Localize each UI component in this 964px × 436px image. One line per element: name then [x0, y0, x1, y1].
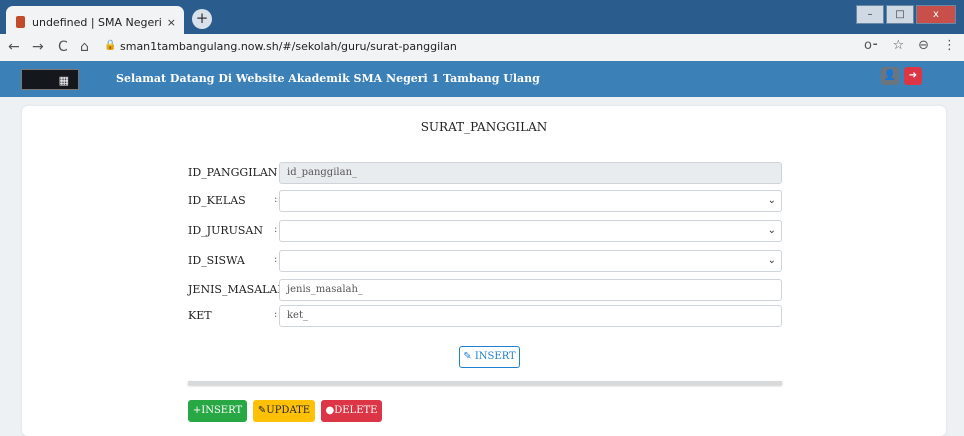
id-jurusan-select[interactable]: ⌄ — [279, 220, 782, 242]
field-colon: : — [274, 166, 278, 177]
window-controls: – □ x — [856, 5, 956, 24]
field-row-ket: KET : ket_ — [188, 305, 782, 327]
id-panggilan-field: id_panggilan_ — [279, 162, 782, 184]
account-icon[interactable]: ⊖ — [918, 38, 929, 53]
bookmark-star-icon[interactable]: ☆ — [892, 38, 904, 53]
update-button[interactable]: ✎UPDATE — [253, 400, 315, 422]
tab-close-icon[interactable]: × — [167, 16, 176, 29]
field-row-id-panggilan: ID_PANGGILAN : id_panggilan_ — [188, 162, 782, 184]
id-siswa-select[interactable]: ⌄ — [279, 250, 782, 272]
field-colon: : — [274, 194, 278, 205]
field-row-id-siswa: ID_SISWA : ⌄ — [188, 250, 782, 272]
logout-button[interactable]: ➜ — [904, 67, 922, 85]
field-label: ID_KELAS — [188, 194, 246, 207]
browser-tab[interactable]: undefined | SMA Negeri 1 Tamba × — [6, 6, 184, 34]
user-icon: 👤 — [883, 70, 897, 81]
field-colon: : — [274, 254, 278, 265]
jenis-masalah-input[interactable]: jenis_masalah_ — [279, 279, 782, 301]
key-icon[interactable]: o⁃ — [864, 38, 878, 53]
form-card: SURAT_PANGGILAN ID_PANGGILAN : id_panggi… — [22, 106, 946, 436]
close-window-button[interactable]: x — [916, 5, 956, 24]
page-title: SURAT_PANGGILAN — [420, 120, 548, 134]
field-colon: : — [274, 224, 278, 235]
chevron-down-icon: ⌄ — [767, 255, 776, 266]
browser-tab-strip: undefined | SMA Negeri 1 Tamba × + – □ x — [0, 0, 964, 34]
delete-button[interactable]: ●DELETE — [321, 400, 382, 422]
maximize-button[interactable]: □ — [886, 5, 914, 24]
address-bar: ← → C ⌂ 🔒 sman1tambangulang.now.sh/#/sek… — [0, 34, 964, 61]
field-label: ID_SISWA — [188, 254, 245, 267]
divider — [188, 381, 782, 385]
field-row-id-kelas: ID_KELAS : ⌄ — [188, 190, 782, 212]
logout-icon: ➜ — [908, 70, 918, 81]
favicon-icon — [16, 16, 25, 28]
new-tab-button[interactable]: + — [192, 9, 212, 29]
field-colon: : — [274, 309, 278, 320]
reload-icon[interactable]: C — [58, 39, 68, 55]
welcome-text: Selamat Datang Di Website Akademik SMA N… — [116, 72, 540, 85]
lock-icon: 🔒 — [104, 40, 117, 51]
insert-button[interactable]: +INSERT — [188, 400, 247, 422]
insert-submit-button[interactable]: ✎ INSERT — [459, 346, 520, 368]
url-input[interactable]: sman1tambangulang.now.sh/#/sekolah/guru/… — [120, 40, 457, 53]
tab-title: undefined | SMA Negeri 1 Tamba — [32, 15, 161, 29]
field-row-jenis-masalah: JENIS_MASALAH : jenis_masalah_ — [188, 279, 782, 301]
id-kelas-select[interactable]: ⌄ — [279, 190, 782, 212]
field-label: KET — [188, 309, 212, 322]
field-row-id-jurusan: ID_JURUSAN : ⌄ — [188, 220, 782, 242]
user-profile-button[interactable]: 👤 — [881, 67, 899, 85]
home-icon[interactable]: ⌂ — [80, 39, 89, 55]
ket-input[interactable]: ket_ — [279, 305, 782, 327]
chevron-down-icon: ⌄ — [767, 195, 776, 206]
menu-toggle-button[interactable]: ▦ — [21, 69, 79, 90]
address-bar-icons: o⁃ ☆ ⊖ ⋮ — [864, 38, 956, 53]
grid-menu-icon: ▦ — [58, 74, 69, 87]
minimize-button[interactable]: – — [856, 5, 884, 24]
browser-menu-icon[interactable]: ⋮ — [943, 38, 956, 53]
field-label: ID_JURUSAN — [188, 224, 264, 237]
back-icon[interactable]: ← — [8, 39, 20, 55]
field-label: ID_PANGGILAN — [188, 166, 278, 179]
app-header: ▦ Selamat Datang Di Website Akademik SMA… — [0, 61, 964, 97]
forward-icon[interactable]: → — [32, 39, 44, 55]
chevron-down-icon: ⌄ — [767, 225, 776, 236]
